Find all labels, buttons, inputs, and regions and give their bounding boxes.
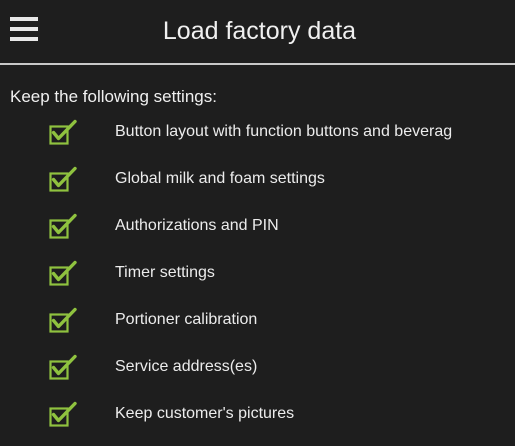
settings-option[interactable]: Portioner calibration — [0, 303, 515, 339]
settings-panel: Keep the following settings: Button layo… — [0, 65, 515, 446]
settings-option-label: Service address(es) — [115, 358, 258, 375]
settings-option-label: Button layout with function buttons and … — [115, 123, 453, 140]
settings-option-label: Portioner calibration — [115, 311, 258, 328]
settings-option[interactable]: Timer settings — [0, 256, 515, 292]
settings-option-label: Timer settings — [115, 264, 215, 281]
settings-option[interactable]: Service address(es) — [0, 350, 515, 386]
checked-checkbox-icon[interactable] — [49, 166, 78, 194]
checked-checkbox-icon[interactable] — [49, 307, 78, 335]
checked-checkbox-icon[interactable] — [49, 260, 78, 288]
settings-option[interactable]: Global milk and foam settings — [0, 162, 515, 198]
settings-option[interactable]: Button layout with function buttons and … — [0, 115, 515, 151]
settings-option-label: Keep customer's pictures — [115, 405, 295, 422]
page-title: Load factory data — [162, 17, 357, 45]
settings-option-label: Global milk and foam settings — [115, 170, 325, 187]
settings-option-label: Authorizations and PIN — [115, 217, 279, 234]
load-factory-data-screen: Load factory data Keep the following set… — [0, 0, 525, 446]
checked-checkbox-icon[interactable] — [49, 401, 78, 429]
header-bar: Load factory data — [0, 0, 515, 63]
checked-checkbox-icon[interactable] — [49, 354, 78, 382]
settings-heading: Keep the following settings: — [10, 87, 217, 106]
checked-checkbox-icon[interactable] — [49, 213, 78, 241]
settings-option[interactable]: Keep customer's pictures — [0, 397, 515, 433]
settings-option[interactable]: Authorizations and PIN — [0, 209, 515, 245]
checked-checkbox-icon[interactable] — [49, 119, 78, 147]
